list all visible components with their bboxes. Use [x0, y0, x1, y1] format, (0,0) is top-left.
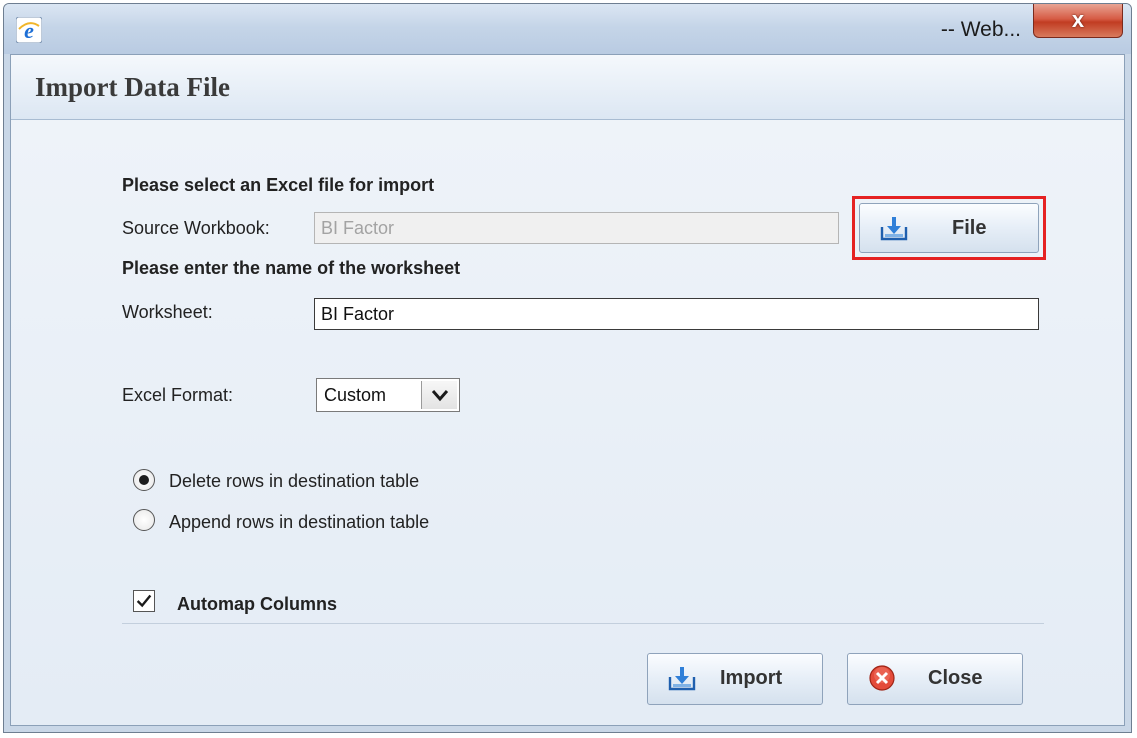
import-icon — [880, 217, 908, 241]
excel-format-label: Excel Format: — [122, 385, 234, 405]
dialog-header: Import Data File — [11, 55, 1124, 120]
worksheet-input[interactable]: BI Factor — [314, 298, 1039, 330]
automap-checkbox[interactable] — [133, 590, 155, 612]
checkmark-icon — [136, 594, 152, 608]
worksheet-prompt: Please enter the name of the worksheet — [122, 258, 461, 278]
cancel-icon — [869, 665, 895, 691]
svg-text:e: e — [24, 18, 34, 43]
window-title: -- Web... — [940, 18, 1021, 41]
append-rows-radio[interactable] — [133, 509, 155, 531]
excel-format-value: Custom — [324, 385, 387, 405]
import-icon — [668, 667, 696, 691]
delete-rows-radio[interactable] — [133, 469, 155, 491]
import-button-label: Import — [720, 667, 783, 689]
file-button[interactable]: File — [859, 203, 1039, 253]
excel-format-select[interactable]: Custom — [316, 378, 460, 412]
window-close-button[interactable]: x — [1033, 4, 1123, 38]
worksheet-label: Worksheet: — [122, 302, 213, 322]
select-file-prompt: Please select an Excel file for import — [122, 175, 435, 195]
dialog-body: Import Data File Please select an Excel … — [10, 54, 1125, 726]
import-button[interactable]: Import — [647, 653, 823, 705]
append-rows-label[interactable]: Append rows in destination table — [169, 512, 429, 533]
close-icon: x — [1071, 7, 1085, 32]
title-bar[interactable]: e -- Web... x — [4, 4, 1131, 54]
dialog-title: Import Data File — [35, 72, 230, 102]
automap-label[interactable]: Automap Columns — [177, 594, 337, 615]
source-workbook-field: BI Factor — [314, 212, 839, 244]
dialog-content: Please select an Excel file for import S… — [11, 120, 1124, 725]
section-divider — [122, 623, 1044, 624]
chevron-down-icon — [431, 390, 449, 402]
ie-icon: e — [16, 17, 42, 43]
file-button-label: File — [952, 217, 987, 239]
dropdown-button[interactable] — [421, 381, 457, 409]
dialog-window: e -- Web... x Import Data File Please se… — [3, 3, 1132, 733]
close-button[interactable]: Close — [847, 653, 1023, 705]
close-button-label: Close — [928, 667, 983, 689]
delete-rows-label[interactable]: Delete rows in destination table — [169, 471, 419, 492]
source-workbook-label: Source Workbook: — [122, 218, 270, 238]
